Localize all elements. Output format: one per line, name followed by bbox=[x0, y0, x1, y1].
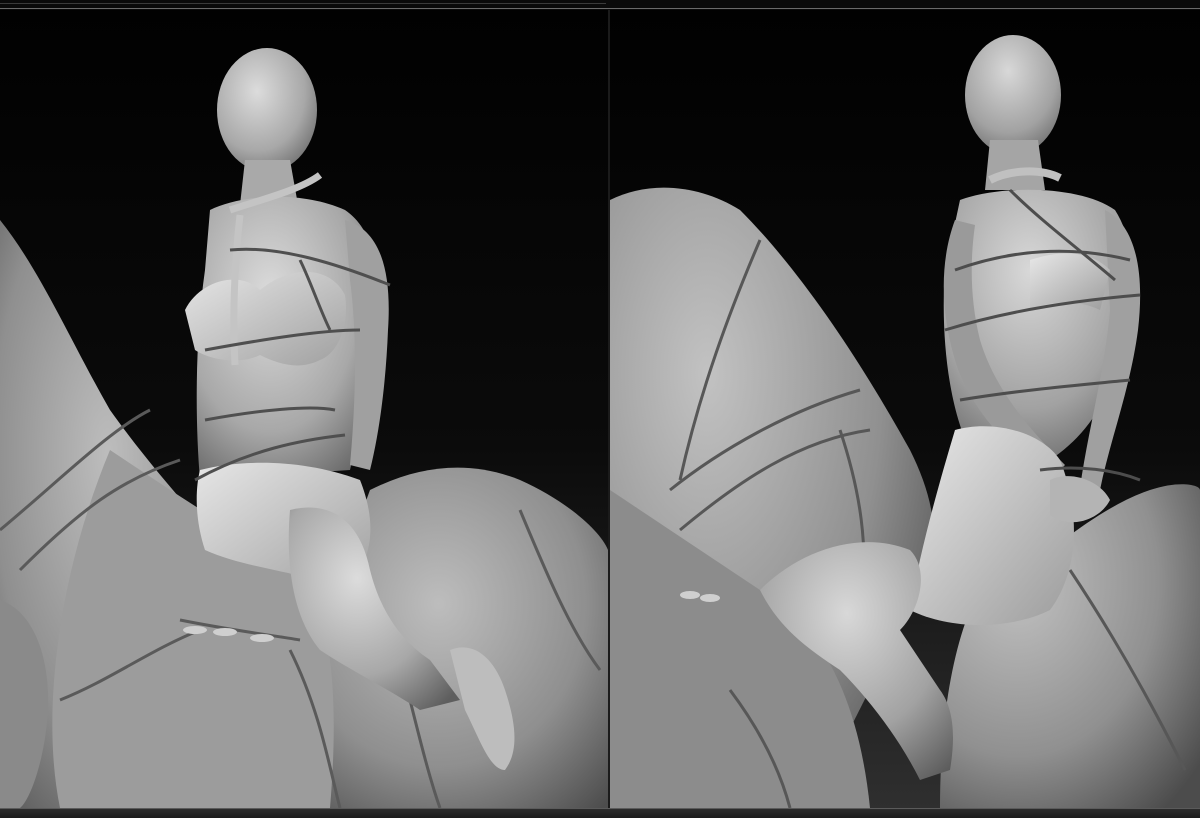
figure-head bbox=[217, 48, 317, 172]
figure-head bbox=[965, 35, 1061, 155]
top-edge-line-left bbox=[0, 3, 606, 4]
right-viewport bbox=[610, 10, 1200, 808]
top-edge-line bbox=[0, 8, 1200, 9]
bottom-status-strip bbox=[0, 808, 1200, 818]
left-sculpt-render bbox=[0, 10, 608, 808]
render-canvas bbox=[0, 0, 1200, 818]
left-viewport bbox=[0, 10, 608, 808]
right-sculpt-render bbox=[610, 10, 1200, 808]
figure-top bbox=[185, 271, 346, 366]
